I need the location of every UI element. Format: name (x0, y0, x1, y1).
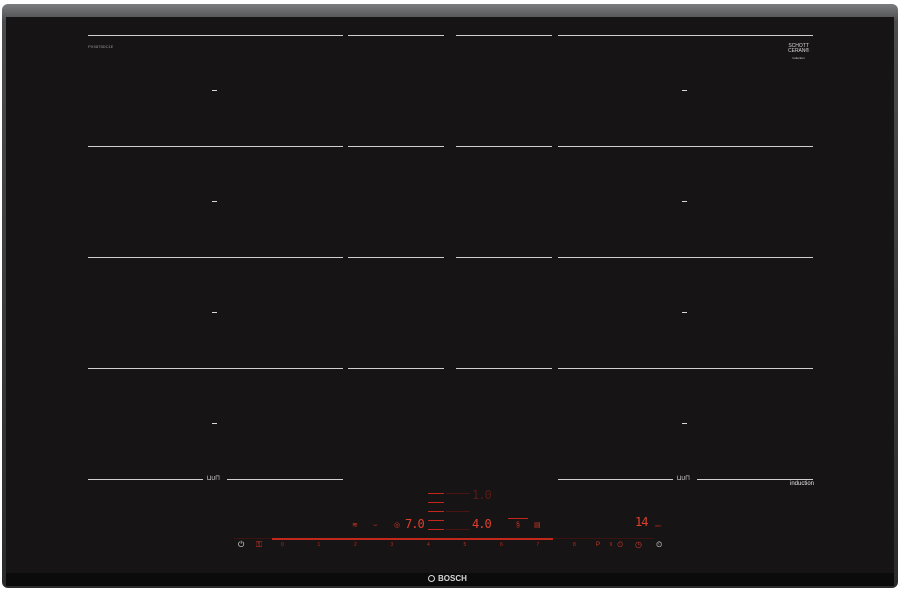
power-button[interactable]: ⏻ (238, 541, 244, 549)
zone-line (348, 368, 444, 369)
slider-number-0[interactable]: 0 (281, 543, 284, 548)
flex-zone-icon: ⊔∪⊓ (207, 474, 220, 482)
zone-mark (682, 312, 687, 313)
zone-line (456, 257, 552, 258)
timer-unit: min (655, 523, 662, 528)
zone-line (558, 35, 813, 36)
zone-line (456, 35, 552, 36)
ceramic-glass (6, 17, 894, 573)
zone-mark (682, 201, 687, 202)
zone-line (348, 257, 444, 258)
wifi-icon[interactable]: ≋ (352, 522, 358, 529)
zone-line (558, 368, 813, 369)
timer-button[interactable]: ⏲ (656, 541, 662, 549)
center-top-display: 1.0 (472, 488, 492, 502)
zone-line (88, 146, 343, 147)
clock-button[interactable]: ◷ (635, 541, 642, 549)
bosch-logo-text: BOSCH (438, 574, 467, 583)
childlock-button[interactable]: ⚿ (256, 541, 262, 549)
zone-indicator[interactable] (428, 502, 444, 503)
zone-indicator[interactable] (428, 493, 444, 494)
zone-line (88, 35, 343, 36)
slider-fill (272, 538, 553, 540)
zone-line (456, 368, 552, 369)
pot-icon[interactable]: ▤ (534, 522, 541, 529)
zone-line (348, 146, 444, 147)
slider-number-7[interactable]: 7 (537, 543, 540, 548)
zone-line (697, 479, 813, 480)
sensor-icon[interactable]: § (516, 522, 520, 529)
pan-icon[interactable]: ⌣ (373, 522, 378, 529)
zone-indicator[interactable] (428, 511, 444, 512)
slider-number-5[interactable]: 5 (464, 543, 467, 548)
model-code: PXX875DC1E (88, 44, 114, 49)
left-display: 7.0 (405, 517, 425, 531)
schott-ceran-mark: SCHOTT CERAN® Induction (788, 44, 809, 61)
slider-number-8[interactable]: 8 (573, 543, 576, 548)
zone-line (227, 479, 343, 480)
zone-indicator[interactable] (428, 529, 444, 530)
induction-label: induction (790, 481, 815, 487)
slider-number-6[interactable]: 6 (500, 543, 503, 548)
center-display: 4.0 (472, 517, 492, 531)
zone-line (88, 479, 203, 480)
slider-number-9[interactable]: 9 (610, 543, 613, 548)
zone-mark (212, 201, 217, 202)
zone-line (348, 35, 444, 36)
zone-mark (682, 423, 687, 424)
ceran-label: CERAN® (788, 48, 810, 54)
flex-zone-icon[interactable]: ◎ (394, 522, 400, 529)
zone-indicator[interactable] (508, 518, 528, 519)
zone-mark (212, 312, 217, 313)
boost-button[interactable]: P (596, 541, 600, 549)
timer-display: 14 (635, 515, 648, 529)
slider-number-1[interactable]: 1 (318, 543, 321, 548)
zone-indicator[interactable] (446, 529, 470, 530)
bosch-logo: BOSCH (428, 574, 467, 583)
bosch-logo-icon (428, 575, 435, 582)
zone-mark (682, 90, 687, 91)
zone-line (88, 368, 343, 369)
zone-mark (212, 90, 217, 91)
slider-number-2[interactable]: 2 (354, 543, 357, 548)
timer-icon-button[interactable]: ⏲ (617, 541, 623, 549)
zone-line (88, 257, 343, 258)
zone-indicator[interactable] (428, 520, 444, 521)
zone-indicator[interactable] (446, 511, 470, 512)
zone-line (558, 257, 813, 258)
slider-number-4[interactable]: 4 (427, 543, 430, 548)
slider-number-3[interactable]: 3 (391, 543, 394, 548)
zone-line (456, 146, 552, 147)
zone-mark (212, 423, 217, 424)
hob-photo: PXX875DC1E SCHOTT CERAN® Induction ⊔∪⊓ ⊔… (0, 0, 900, 591)
schott-sub-label: Induction (792, 56, 805, 60)
zone-line (558, 479, 673, 480)
zone-line (558, 146, 813, 147)
zone-indicator[interactable] (446, 493, 470, 494)
flex-zone-icon: ⊔∪⊓ (677, 474, 690, 482)
